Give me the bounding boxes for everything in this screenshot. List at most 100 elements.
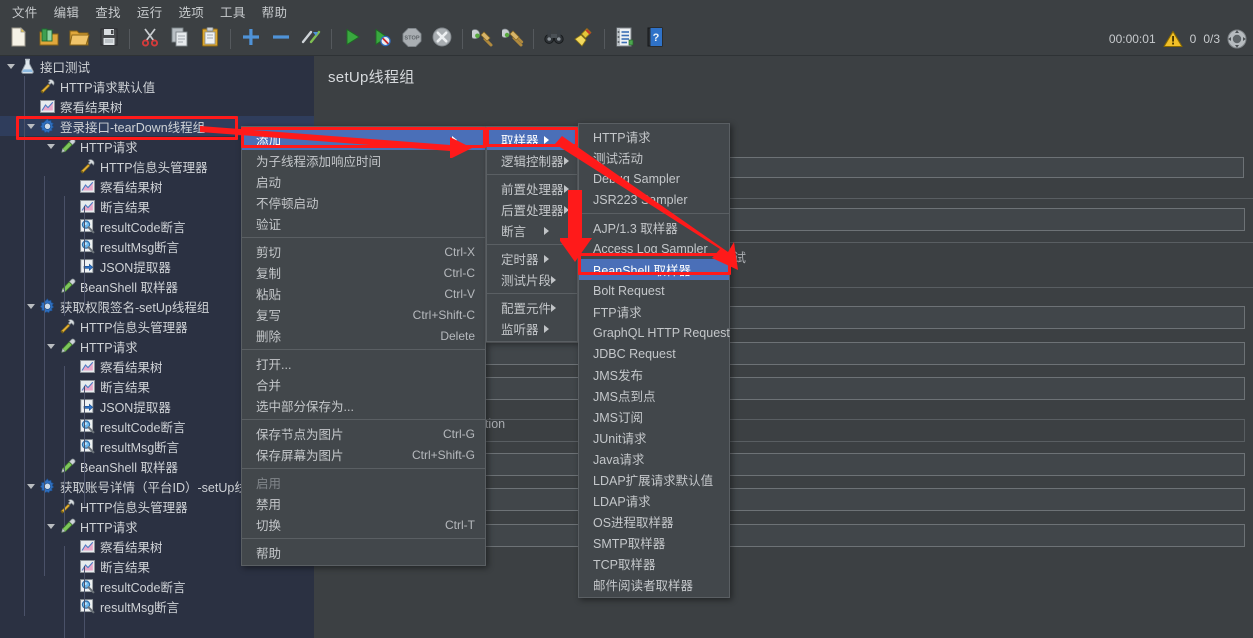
- chevron-down-icon[interactable]: [26, 481, 37, 492]
- ctx-start[interactable]: 启动: [242, 171, 485, 192]
- toolbar-toggle[interactable]: [298, 26, 324, 52]
- toolbar-start-no-pause[interactable]: [369, 26, 395, 52]
- sampler-beanshell[interactable]: BeanShell 取样器: [579, 259, 729, 280]
- tree-node-resultcode-assertion-3[interactable]: resultCode断言: [0, 576, 314, 596]
- sampler-jsr223[interactable]: JSR223 Sampler: [579, 189, 729, 210]
- toolbar-expand-all[interactable]: [238, 26, 264, 52]
- sampler-ldap[interactable]: LDAP请求: [579, 490, 729, 511]
- add-test-fragment[interactable]: 测试片段: [487, 269, 577, 290]
- sampler-jdbc[interactable]: JDBC Request: [579, 343, 729, 364]
- ctx-copy[interactable]: 复制 Ctrl-C: [242, 262, 485, 283]
- ctx-cut[interactable]: 剪切 Ctrl-X: [242, 241, 485, 262]
- menu-search[interactable]: 查找: [87, 0, 129, 23]
- ctx-duplicate[interactable]: 复写 Ctrl+Shift-C: [242, 304, 485, 325]
- sampler-jms-subscriber[interactable]: JMS订阅: [579, 406, 729, 427]
- warning-triangle-icon[interactable]: [1163, 30, 1183, 48]
- add-submenu[interactable]: 取样器 逻辑控制器前置处理器 后置处理器 断言定时器测试片段配置元件 监听器: [486, 126, 578, 342]
- activity-indicator-icon[interactable]: [1227, 29, 1247, 49]
- add-samplers[interactable]: 取样器: [487, 129, 577, 150]
- toolbar-help[interactable]: ?: [642, 26, 668, 52]
- toolbar-reset-search[interactable]: [571, 26, 597, 52]
- ctx-add-think-times[interactable]: 为子线程添加响应时间: [242, 150, 485, 171]
- toolbar-save[interactable]: [96, 26, 122, 52]
- toolbar-paste[interactable]: [197, 26, 223, 52]
- toolbar-function-helper[interactable]: [612, 26, 638, 52]
- ctx-toggle[interactable]: 切换 Ctrl-T: [242, 514, 485, 535]
- menu-run[interactable]: 运行: [129, 0, 171, 23]
- toolbar-shutdown[interactable]: [429, 26, 455, 52]
- ctx-validate[interactable]: 验证: [242, 213, 485, 234]
- chevron-down-icon[interactable]: [46, 521, 57, 532]
- menu-edit[interactable]: 编辑: [46, 0, 88, 23]
- chevron-down-icon[interactable]: [26, 121, 37, 132]
- ctx-start-no-pauses[interactable]: 不停顿启动: [242, 192, 485, 213]
- toolbar-stop[interactable]: STOP: [399, 26, 425, 52]
- samplers-submenu[interactable]: HTTP请求 测试活动 Debug Sampler JSR223 Sampler AJP…: [578, 123, 730, 598]
- sampler-jms-point-to-point[interactable]: JMS点到点: [579, 385, 729, 406]
- toolbar-open[interactable]: [66, 26, 92, 52]
- menu-item-label: 定时器: [501, 253, 539, 267]
- add-post-processors[interactable]: 后置处理器: [487, 199, 577, 220]
- toolbar-start[interactable]: [339, 26, 365, 52]
- sampler-http-request[interactable]: HTTP请求: [579, 126, 729, 147]
- chevron-down-icon[interactable]: [6, 61, 17, 72]
- toolbar-clear-all[interactable]: [500, 26, 526, 52]
- ctx-paste[interactable]: 粘贴 Ctrl-V: [242, 283, 485, 304]
- ctx-add[interactable]: 添加: [242, 129, 485, 150]
- tree-node-view-results-tree[interactable]: 察看结果树: [0, 96, 314, 116]
- sampler-ftp[interactable]: FTP请求: [579, 301, 729, 322]
- ctx-remove[interactable]: 删除 Delete: [242, 325, 485, 346]
- menu-help[interactable]: 帮助: [254, 0, 296, 23]
- sampler-test-action[interactable]: 测试活动: [579, 147, 729, 168]
- sampler-mail-reader[interactable]: 邮件阅读者取样器: [579, 574, 729, 595]
- ctx-help[interactable]: 帮助: [242, 542, 485, 563]
- tree-node-resultmsg-assertion-3[interactable]: resultMsg断言: [0, 596, 314, 616]
- wrench-icon: [59, 498, 76, 515]
- context-menu[interactable]: 添加为子线程添加响应时间 启动 不停顿启动 验证剪切 Ctrl-X 复制 Ctrl-C 粘贴 C…: [241, 126, 486, 566]
- sampler-ajp[interactable]: AJP/1.3 取样器: [579, 217, 729, 238]
- menu-item-label: 添加: [256, 134, 282, 148]
- sampler-java[interactable]: Java请求: [579, 448, 729, 469]
- chevron-down-icon[interactable]: [26, 301, 37, 312]
- gear-icon: [39, 297, 56, 315]
- ctx-open[interactable]: 打开...: [242, 353, 485, 374]
- sampler-smtp[interactable]: SMTP取样器: [579, 532, 729, 553]
- toolbar-clear[interactable]: [470, 26, 496, 52]
- tree-node-http-defaults[interactable]: HTTP请求默认值: [0, 76, 314, 96]
- ctx-save-node-as-image[interactable]: 保存节点为图片 Ctrl-G: [242, 423, 485, 444]
- tree-node-label: resultCode断言: [100, 580, 186, 595]
- add-listeners[interactable]: 监听器: [487, 318, 577, 339]
- toolbar-search[interactable]: [541, 26, 567, 52]
- add-timers[interactable]: 定时器: [487, 248, 577, 269]
- sampler-debug[interactable]: Debug Sampler: [579, 168, 729, 189]
- sampler-os-process[interactable]: OS进程取样器: [579, 511, 729, 532]
- ctx-save-screen-as-image[interactable]: 保存屏幕为图片 Ctrl+Shift-G: [242, 444, 485, 465]
- toolbar-cut[interactable]: [137, 26, 163, 52]
- sampler-ldap-ext-defaults[interactable]: LDAP扩展请求默认值: [579, 469, 729, 490]
- sampler-tcp[interactable]: TCP取样器: [579, 553, 729, 574]
- toolbar-templates[interactable]: [36, 26, 62, 52]
- menu-file[interactable]: 文件: [4, 0, 46, 23]
- add-assertions[interactable]: 断言: [487, 220, 577, 241]
- sampler-access-log[interactable]: Access Log Sampler: [579, 238, 729, 259]
- menu-tools[interactable]: 工具: [212, 0, 254, 23]
- menu-separator: [487, 174, 577, 175]
- chevron-down-icon[interactable]: [46, 141, 57, 152]
- toolbar-new[interactable]: [6, 26, 32, 52]
- sampler-junit[interactable]: JUnit请求: [579, 427, 729, 448]
- add-pre-processors[interactable]: 前置处理器: [487, 178, 577, 199]
- sampler-bolt[interactable]: Bolt Request: [579, 280, 729, 301]
- toolbar-collapse-all[interactable]: [268, 26, 294, 52]
- add-config-elements[interactable]: 配置元件: [487, 297, 577, 318]
- ctx-save-selection-as[interactable]: 选中部分保存为...: [242, 395, 485, 416]
- chevron-down-icon[interactable]: [46, 341, 57, 352]
- add-logic-controllers[interactable]: 逻辑控制器: [487, 150, 577, 171]
- tree-node-test-plan[interactable]: 接口测试: [0, 56, 314, 76]
- ctx-merge[interactable]: 合并: [242, 374, 485, 395]
- sampler-jms-publisher[interactable]: JMS发布: [579, 364, 729, 385]
- sampler-graphql[interactable]: GraphQL HTTP Request: [579, 322, 730, 343]
- toolbar-copy[interactable]: [167, 26, 193, 52]
- menu-options[interactable]: 选项: [170, 0, 212, 23]
- ctx-disable[interactable]: 禁用: [242, 493, 485, 514]
